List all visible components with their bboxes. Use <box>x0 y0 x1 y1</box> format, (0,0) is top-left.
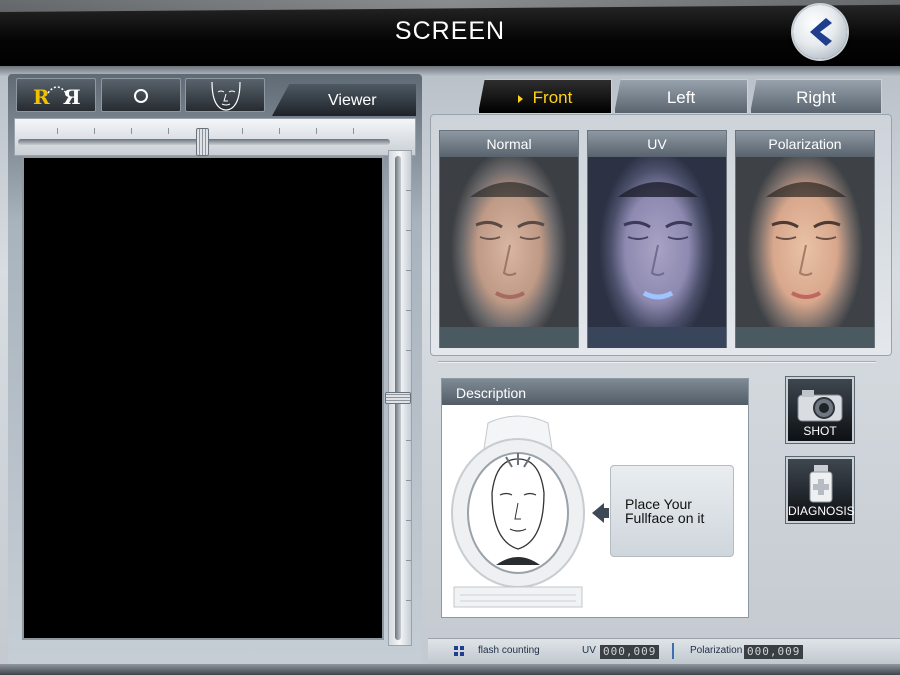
slider-tick <box>406 600 411 601</box>
uv-counter: 000,009 <box>600 645 660 659</box>
arrow-left-icon-stem <box>603 508 609 518</box>
slider-tick <box>406 310 411 311</box>
photo-label: UV <box>588 131 726 157</box>
bottom-frame <box>0 664 900 675</box>
shot-label: SHOT <box>803 424 837 438</box>
zoom-slider-handle[interactable] <box>196 128 209 156</box>
record-button[interactable] <box>101 78 181 112</box>
photo-uv[interactable]: UV <box>587 130 727 348</box>
vertical-slider-handle[interactable] <box>385 392 411 404</box>
slider-tick <box>353 128 354 134</box>
slider-tick <box>406 440 411 441</box>
divider <box>438 361 876 363</box>
face-overlay-button[interactable] <box>185 78 265 112</box>
shot-button[interactable]: SHOT <box>785 376 855 444</box>
title-bar: SCREEN <box>0 0 900 66</box>
face-drawing <box>736 182 874 348</box>
face-drawing <box>588 182 726 348</box>
face-photo-uv <box>588 157 726 348</box>
face-drawing <box>440 182 578 348</box>
slider-tick <box>131 128 132 134</box>
photo-normal[interactable]: Normal <box>439 130 579 348</box>
camera-icon <box>797 390 843 422</box>
slider-tick <box>57 128 58 134</box>
slider-tick <box>406 230 411 231</box>
camera-viewer[interactable] <box>22 156 384 640</box>
mirror-arc-icon <box>47 86 67 94</box>
chevron-left-icon <box>810 18 832 46</box>
zoom-slider-bar <box>14 118 416 156</box>
face-photo-normal <box>440 157 578 348</box>
face-outline-icon <box>211 81 241 111</box>
tab-right[interactable]: Right <box>750 79 882 114</box>
device-illustration-icon <box>451 415 585 608</box>
instruction-text: Place Your Fullface on it <box>610 465 734 557</box>
tab-left[interactable]: Left <box>614 79 748 114</box>
flash-counting-label: flash counting <box>478 645 540 656</box>
slider-tick <box>242 128 243 134</box>
tab-front-label: Front <box>532 88 573 107</box>
title-bar-sheen <box>0 0 900 12</box>
mirror-button[interactable]: R Я <box>16 78 96 112</box>
slider-tick <box>94 128 95 134</box>
slider-tick <box>168 128 169 134</box>
grid-icon <box>454 646 464 656</box>
slider-tick <box>406 520 411 521</box>
slider-tick <box>406 480 411 481</box>
photo-label: Normal <box>440 131 578 157</box>
face-photo-polarization <box>736 157 874 348</box>
description-panel: Description Place Your Fullface on it <box>441 378 749 618</box>
diagnosis-label: DIAGNOSIS <box>788 504 855 518</box>
polarization-counter: 000,009 <box>744 645 804 659</box>
tab-viewer[interactable]: Viewer <box>272 84 416 116</box>
arrow-right-icon <box>517 94 523 103</box>
slider-tick <box>316 128 317 134</box>
status-divider <box>672 643 674 659</box>
back-button[interactable] <box>793 5 847 59</box>
photo-polarization[interactable]: Polarization <box>735 130 875 348</box>
tab-front[interactable]: Front <box>478 79 612 114</box>
photo-label: Polarization <box>736 131 874 157</box>
slider-tick <box>406 560 411 561</box>
slider-tick <box>406 270 411 271</box>
medicine-bottle-icon <box>809 465 833 503</box>
slider-tick <box>406 350 411 351</box>
slider-tick <box>279 128 280 134</box>
description-title: Description <box>442 379 748 405</box>
polarization-count-label: Polarization <box>690 645 743 656</box>
uv-count-label: UV <box>582 645 596 656</box>
slider-tick <box>406 190 411 191</box>
diagnosis-button[interactable]: DIAGNOSIS <box>785 456 855 524</box>
page-title: SCREEN <box>394 17 506 45</box>
circle-icon <box>134 89 148 103</box>
